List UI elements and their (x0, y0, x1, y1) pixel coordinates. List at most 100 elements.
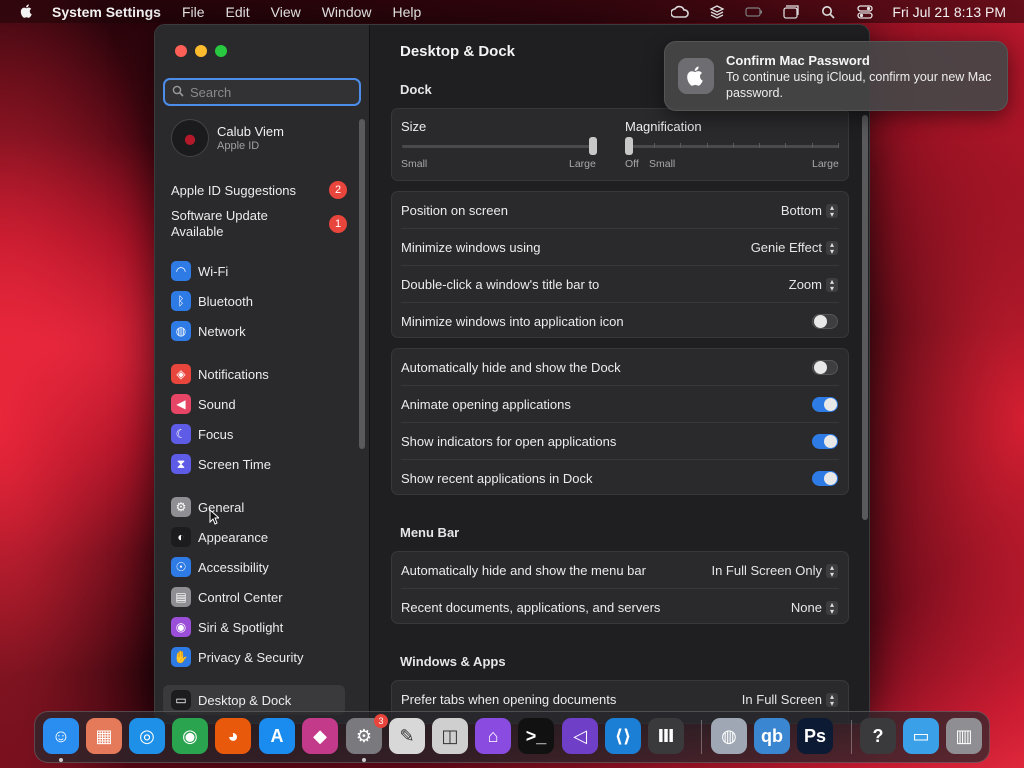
show-recent-apps-toggle[interactable] (812, 471, 838, 486)
museum-icon[interactable]: Ⅲ (648, 718, 684, 754)
popup-value: Zoom (788, 277, 822, 292)
sidebar-item-privacy-security[interactable]: ✋ Privacy & Security (171, 646, 347, 668)
sidebar-item-general[interactable]: ⚙ General (171, 496, 347, 518)
running-indicator (362, 758, 366, 762)
apple-menu-icon[interactable] (18, 3, 36, 21)
sidebar-item-focus[interactable]: ☾ Focus (171, 423, 347, 445)
shortcuts-icon[interactable]: ◆ (302, 718, 338, 754)
minimize-effect-popup[interactable]: Genie Effect ▴ ▾ (751, 240, 838, 255)
menu-app-name[interactable]: System Settings (52, 4, 161, 20)
app-store-icon[interactable]: A (259, 718, 295, 754)
system-settings-icon[interactable]: ⚙ 3 (346, 714, 388, 754)
apple-id-account[interactable]: Calub Viem Apple ID (171, 119, 284, 157)
position-on-screen-popup[interactable]: Bottom ▴ ▾ (781, 203, 838, 218)
sidebar-item-label: Focus (198, 426, 234, 442)
minimize-button[interactable] (195, 45, 207, 57)
finder-icon[interactable]: ☺ (43, 718, 79, 754)
magnification-off-label: Off (625, 158, 639, 170)
zoom-button[interactable] (215, 45, 227, 57)
disk-utility-icon[interactable]: ◍ (711, 718, 747, 754)
battery-icon[interactable] (744, 4, 764, 20)
help-icon[interactable]: ? (860, 718, 896, 754)
sidebar-item-label: Screen Time (198, 456, 271, 472)
prefer-tabs-popup[interactable]: In Full Screen ▴ ▾ (742, 692, 838, 707)
avatar (171, 119, 209, 157)
chevron-updown-icon: ▴ ▾ (826, 240, 838, 255)
sidebar-item-label: Desktop & Dock (198, 692, 292, 708)
mouse-cursor-icon (209, 509, 219, 525)
appearance-icon: ◐ (171, 527, 191, 547)
globe-icon: ◍ (171, 321, 191, 341)
notification-banner[interactable]: Confirm Mac Password To continue using i… (664, 41, 1008, 111)
search-input[interactable] (190, 84, 350, 100)
animate-opening-toggle[interactable] (812, 397, 838, 412)
sidebar-item-sound[interactable]: ◀ Sound (171, 393, 347, 415)
sidebar-item-apple-id-suggestions[interactable]: Apple ID Suggestions 2 (171, 181, 347, 199)
row-label: Show recent applications in Dock (401, 471, 593, 486)
auto-hide-menu-bar-row: Automatically hide and show the menu bar… (392, 552, 848, 589)
sidebar-item-screen-time[interactable]: ⧗ Screen Time (171, 453, 347, 475)
magnification-min-label: Small (649, 158, 676, 170)
double-click-action-popup[interactable]: Zoom ▴ ▾ (789, 277, 838, 292)
menu-help[interactable]: Help (393, 4, 422, 20)
chevron-updown-icon: ▴ ▾ (826, 203, 838, 218)
sidebar-item-network[interactable]: ◍ Network (171, 320, 347, 342)
control-center-icon[interactable] (855, 4, 875, 20)
vscode-icon[interactable]: ⟨⟩ (605, 718, 641, 754)
sidebar-item-label: Network (198, 323, 246, 339)
menu-file[interactable]: File (182, 4, 205, 20)
window-icon[interactable] (781, 4, 801, 20)
size-min-label: Small (401, 158, 428, 170)
folder-icon[interactable]: ▭ (903, 718, 939, 754)
row-label: Automatically hide and show the menu bar (401, 563, 646, 578)
auto-hide-menu-bar-popup[interactable]: In Full Screen Only ▴ ▾ (711, 563, 838, 578)
chevron-updown-icon: ▴ ▾ (826, 277, 838, 292)
recent-documents-popup[interactable]: None ▴ ▾ (791, 600, 838, 615)
trash-icon[interactable]: ▥ (946, 718, 982, 754)
account-name: Calub Viem (217, 124, 284, 139)
size-slider-track[interactable] (402, 145, 597, 148)
screenshot-icon[interactable]: ◫ (432, 718, 468, 754)
firefox-icon[interactable]: ◕ (215, 718, 251, 754)
sidebar-item-bluetooth[interactable]: ᛒ Bluetooth (171, 290, 347, 312)
magnification-max-label: Large (812, 158, 839, 170)
launchpad-icon[interactable]: ▦ (86, 718, 122, 754)
podcasts-icon[interactable]: ⌂ (475, 718, 511, 754)
creative-cloud-icon[interactable] (670, 4, 690, 20)
sidebar-item-control-center[interactable]: ▤ Control Center (171, 586, 347, 608)
chrome-icon[interactable]: ◉ (172, 718, 208, 754)
show-recent-apps-row: Show recent applications in Dock (392, 460, 848, 497)
sidebar-item-siri-spotlight[interactable]: ◉ Siri & Spotlight (171, 616, 347, 638)
moon-icon: ☾ (171, 424, 191, 444)
menu-window[interactable]: Window (322, 4, 372, 20)
layers-icon[interactable] (707, 4, 727, 20)
search-icon[interactable] (818, 4, 838, 20)
magnification-slider-thumb[interactable] (625, 137, 633, 155)
photoshop-icon[interactable]: Ps (797, 718, 833, 754)
menu-bar-clock[interactable]: Fri Jul 21 8:13 PM (892, 4, 1006, 20)
qbittorrent-icon[interactable]: qb (754, 718, 790, 754)
sidebar-scrollbar[interactable] (359, 119, 365, 449)
menu-bar-group: Automatically hide and show the menu bar… (391, 551, 849, 624)
close-button[interactable] (175, 45, 187, 57)
sidebar-item-desktop-dock[interactable]: ▭ Desktop & Dock (171, 689, 347, 711)
sidebar-item-wi-fi[interactable]: ◠ Wi-Fi (171, 260, 347, 282)
size-slider-thumb[interactable] (589, 137, 597, 155)
safari-icon[interactable]: ◎ (129, 718, 165, 754)
visual-studio-icon[interactable]: ◁ (562, 718, 598, 754)
show-indicators-toggle[interactable] (812, 434, 838, 449)
minimize-into-app-icon-toggle[interactable] (812, 314, 838, 329)
textedit-icon[interactable]: ✎ (389, 718, 425, 754)
menu-edit[interactable]: Edit (226, 4, 250, 20)
menu-view[interactable]: View (271, 4, 301, 20)
wifi-icon: ◠ (171, 261, 191, 281)
main-scrollbar[interactable] (862, 115, 868, 520)
sidebar-item-software-update[interactable]: Software Update Available 1 (171, 207, 347, 241)
row-label: Automatically hide and show the Dock (401, 360, 621, 375)
sidebar-item-appearance[interactable]: ◐ Appearance (171, 526, 347, 548)
sidebar-item-notifications[interactable]: ◈ Notifications (171, 363, 347, 385)
auto-hide-dock-toggle[interactable] (812, 360, 838, 375)
search-field[interactable] (163, 78, 361, 106)
sidebar-item-accessibility[interactable]: ☉ Accessibility (171, 556, 347, 578)
terminal-icon[interactable]: >_ (518, 718, 554, 754)
